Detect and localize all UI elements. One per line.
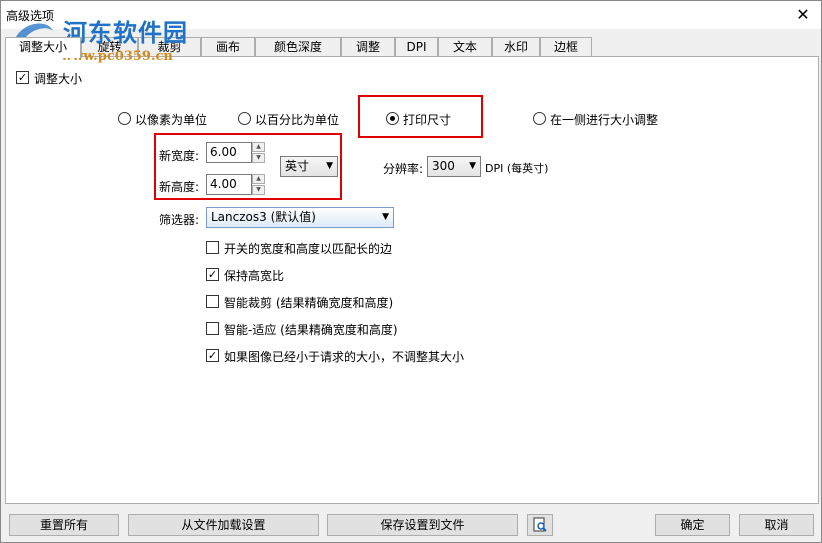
- option-smart-fit-label: 智能-适应 (结果精确宽度和高度): [224, 323, 398, 337]
- chevron-down-icon: ▼: [326, 161, 333, 171]
- resize-tab-panel: ✓ 调整大小 以像素为单位 以百分比为单位 打印尺寸 在一侧进行大小调整 新宽度…: [5, 56, 819, 504]
- resolution-select[interactable]: 300 ▼: [427, 156, 481, 177]
- title-bar: 高级选项 ✕: [1, 1, 821, 29]
- tab-text[interactable]: 文本: [438, 37, 492, 57]
- close-icon[interactable]: ✕: [793, 5, 813, 25]
- resolution-select-value: 300: [432, 159, 455, 173]
- preview-magnifier-icon: [533, 517, 547, 532]
- tab-crop[interactable]: 裁剪: [138, 37, 201, 57]
- mode-pixels-label: 以像素为单位: [135, 113, 208, 127]
- resolution-label: 分辨率:: [383, 162, 424, 176]
- reset-all-button[interactable]: 重置所有: [9, 514, 119, 536]
- ok-button[interactable]: 确定: [655, 514, 730, 536]
- tab-border[interactable]: 边框: [540, 37, 592, 57]
- window-title: 高级选项: [6, 9, 55, 23]
- chevron-down-icon: ▼: [469, 161, 476, 171]
- mode-print-size-label: 打印尺寸: [403, 113, 452, 127]
- option-smart-fit-checkbox[interactable]: [206, 322, 219, 335]
- advanced-options-dialog: 高级选项 ✕ 调整大小 旋转 裁剪 画布 颜色深度 调整 DPI 文本 水印 边…: [0, 0, 822, 543]
- preview-button[interactable]: [527, 514, 553, 536]
- option-smart-crop-label: 智能裁剪 (结果精确宽度和高度): [224, 296, 394, 310]
- width-spin-down[interactable]: ▼: [252, 153, 265, 163]
- height-input[interactable]: 4.00: [206, 174, 252, 195]
- tab-color-depth[interactable]: 颜色深度: [255, 37, 341, 57]
- filter-label: 筛选器:: [159, 213, 200, 227]
- filter-select[interactable]: Lanczos3 (默认值) ▼: [206, 207, 394, 228]
- mode-print-size-radio[interactable]: [386, 112, 399, 125]
- load-settings-button[interactable]: 从文件加载设置: [128, 514, 319, 536]
- option-no-upscale-label: 如果图像已经小于请求的大小，不调整其大小: [224, 350, 465, 364]
- height-spin-up[interactable]: ▲: [252, 174, 265, 184]
- resize-enable-label: 调整大小: [34, 72, 83, 86]
- tab-bar: 调整大小 旋转 裁剪 画布 颜色深度 调整 DPI 文本 水印 边框: [5, 37, 819, 58]
- tab-canvas[interactable]: 画布: [201, 37, 255, 57]
- tab-dpi[interactable]: DPI: [395, 37, 438, 57]
- mode-one-side-label: 在一侧进行大小调整: [550, 113, 659, 127]
- mode-one-side-radio[interactable]: [533, 112, 546, 125]
- resize-enable-checkbox[interactable]: ✓: [16, 71, 29, 84]
- tab-resize[interactable]: 调整大小: [5, 37, 81, 58]
- width-spin-up[interactable]: ▲: [252, 142, 265, 152]
- width-label: 新宽度:: [159, 149, 200, 163]
- tab-adjust[interactable]: 调整: [341, 37, 395, 57]
- mode-percent-radio[interactable]: [238, 112, 251, 125]
- save-settings-button[interactable]: 保存设置到文件: [327, 514, 518, 536]
- resolution-unit: DPI (每英寸): [485, 162, 549, 175]
- width-input[interactable]: 6.00: [206, 142, 252, 163]
- option-swap-label: 开关的宽度和高度以匹配长的边: [224, 242, 393, 256]
- option-keep-aspect-label: 保持高宽比: [224, 269, 285, 283]
- option-smart-crop-checkbox[interactable]: [206, 295, 219, 308]
- unit-select-value: 英寸: [285, 159, 310, 173]
- height-spin-down[interactable]: ▼: [252, 185, 265, 195]
- tab-rotate[interactable]: 旋转: [81, 37, 138, 57]
- option-keep-aspect-checkbox[interactable]: ✓: [206, 268, 219, 281]
- filter-select-value: Lanczos3 (默认值): [211, 210, 316, 224]
- cancel-button[interactable]: 取消: [739, 514, 814, 536]
- option-swap-checkbox[interactable]: [206, 241, 219, 254]
- mode-pixels-radio[interactable]: [118, 112, 131, 125]
- mode-percent-label: 以百分比为单位: [255, 113, 340, 127]
- unit-select[interactable]: 英寸 ▼: [280, 156, 338, 177]
- chevron-down-icon: ▼: [382, 212, 389, 222]
- height-label: 新高度:: [159, 180, 200, 194]
- option-no-upscale-checkbox[interactable]: ✓: [206, 349, 219, 362]
- tab-watermark[interactable]: 水印: [492, 37, 540, 57]
